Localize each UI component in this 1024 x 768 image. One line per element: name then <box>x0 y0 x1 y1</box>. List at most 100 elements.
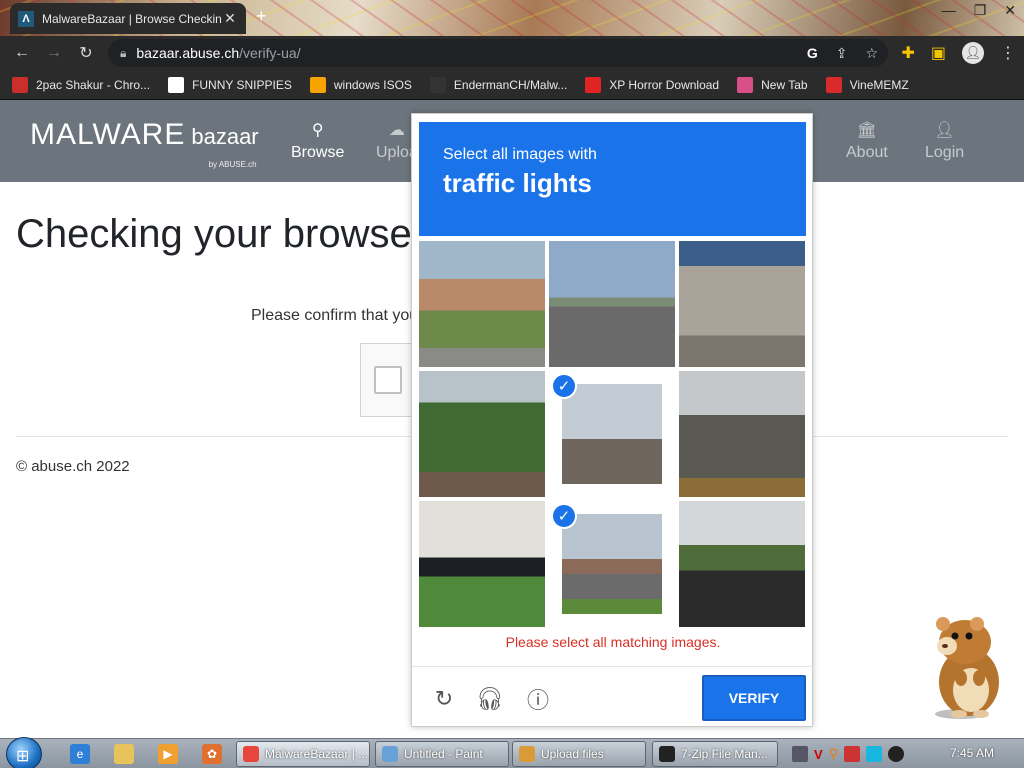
bookmark-x-icon <box>585 76 602 93</box>
captcha-tile-highway-overpass[interactable] <box>549 241 675 367</box>
checkmark-icon: ✓ <box>551 503 577 529</box>
nav-about-label: About <box>846 144 888 161</box>
bookmark-item[interactable]: FUNNY SNIPPIES <box>168 76 292 93</box>
app-quicklaunch-icon[interactable]: ✿ <box>202 744 222 764</box>
bookmark-yp-icon <box>429 76 446 93</box>
extensions-icon[interactable]: ✚ <box>901 43 914 63</box>
bookmark-label: EndermanCH/Malw... <box>453 77 568 92</box>
bookmark-label: FUNNY SNIPPIES <box>192 77 292 92</box>
share-icon[interactable]: ⇪ <box>836 45 848 62</box>
bookmark-label: VineMEMZ <box>849 77 909 92</box>
url-path: /verify-ua/ <box>239 45 301 61</box>
window-title-bar: Λ MalwareBazaar | Browse Checkin ✕ + — ❐… <box>0 0 1024 36</box>
folder-icon[interactable] <box>114 744 134 764</box>
close-tab-icon[interactable]: ✕ <box>222 10 238 27</box>
building-icon: 🏛︎ <box>856 122 878 139</box>
media-player-icon[interactable]: ▶ <box>158 744 178 764</box>
nav-about[interactable]: 🏛︎ About <box>846 120 888 162</box>
address-bar[interactable]: 🔒︎ bazaar.abuse.ch/verify-ua/ G ⇪ ☆ <box>108 39 888 67</box>
verify-button[interactable]: VERIFY <box>702 675 806 721</box>
tray-monitor-icon[interactable] <box>866 746 883 762</box>
captcha-tile-trees-house[interactable] <box>419 371 545 497</box>
taskbar-window-button[interactable]: Untitled - Paint <box>375 741 509 767</box>
reload-icon[interactable]: ↻ <box>70 37 102 69</box>
internet-explorer-icon[interactable]: e <box>70 744 90 764</box>
bookmarks-bar: 2pac Shakur - Chro... FUNNY SNIPPIES windo… <box>0 70 1024 100</box>
7zip-icon <box>659 746 675 762</box>
bookmark-globe-icon <box>737 76 754 93</box>
captcha-tile-fence-motorcycles[interactable] <box>679 501 805 627</box>
recaptcha-checkbox[interactable] <box>374 366 402 394</box>
bookmark-item[interactable]: EndermanCH/Malw... <box>429 76 568 93</box>
restore-icon[interactable]: ❐ <box>974 2 987 19</box>
bookmark-star-icon[interactable]: ☆ <box>865 45 878 62</box>
bookmark-label: 2pac Shakur - Chro... <box>36 77 151 92</box>
google-icon[interactable]: G <box>807 45 818 62</box>
windows-taskbar: ⊞ e ▶ ✿ MalwareBazaar | ... Untitled - Pa… <box>0 737 1024 768</box>
captcha-tile-overpass-pillars[interactable] <box>679 241 805 367</box>
bookmark-item[interactable]: 2pac Shakur - Chro... <box>12 76 151 93</box>
audio-challenge-icon[interactable]: 🎧︎ <box>476 685 504 713</box>
captcha-challenge: Select all images with traffic lights ✓ ✓… <box>411 113 814 728</box>
malwarebazaar-logo[interactable]: MALWARE bazaar by ABUSE.ch <box>30 118 259 169</box>
close-window-icon[interactable]: ✕ <box>1004 2 1016 19</box>
bookmark-item[interactable]: New Tab <box>737 76 808 93</box>
taskbar-window-button[interactable]: Upload files <box>512 741 646 767</box>
minimize-icon[interactable]: — <box>942 2 956 19</box>
bookmark-ph-icon <box>309 76 326 93</box>
captcha-tile-traffic-light-road[interactable]: ✓ <box>549 501 675 627</box>
forward-arrow-icon[interactable]: → <box>38 37 70 69</box>
captcha-footer: ↻ 🎧︎ ⓘ VERIFY <box>412 666 814 728</box>
taskbar-window-label: Upload files <box>541 747 604 761</box>
captcha-error-message: Please select all matching images. <box>505 634 721 650</box>
url-host: bazaar.abuse.ch <box>136 45 240 61</box>
hamster-mascot-image <box>935 617 999 719</box>
search-icon: ⚲ <box>311 122 324 139</box>
info-icon[interactable]: ⓘ <box>524 685 552 713</box>
bookmark-item[interactable]: XP Horror Download <box>585 76 719 93</box>
bookmark-tupac-icon <box>12 76 28 93</box>
browser-tab[interactable]: Λ MalwareBazaar | Browse Checkin ✕ <box>10 3 246 34</box>
captcha-image-grid: ✓ ✓ <box>419 241 806 629</box>
taskbar-window-button[interactable]: 7-Zip File Man... <box>652 741 778 767</box>
captcha-tile-traffic-light-intersection[interactable]: ✓ <box>549 371 675 497</box>
tray-flag-icon[interactable] <box>844 746 861 762</box>
taskbar-window-label: 7-Zip File Man... <box>681 747 768 761</box>
tile-image <box>562 384 662 484</box>
tray-v-icon[interactable]: V <box>814 747 823 762</box>
tile-image <box>679 371 805 497</box>
tray-app-icon[interactable] <box>792 746 808 762</box>
new-tab-icon[interactable]: + <box>256 6 267 27</box>
reload-challenge-icon[interactable]: ↻ <box>430 685 458 713</box>
windows-logo-icon: ⊞ <box>16 748 30 765</box>
bookmark-label: New Tab <box>761 77 808 92</box>
tile-image <box>419 371 545 497</box>
bookmark-item[interactable]: windows ISOS <box>309 76 412 93</box>
tray-search-icon[interactable]: ⚲ <box>829 746 839 762</box>
tile-image <box>549 241 675 367</box>
user-icon: 👤︎ <box>934 122 955 139</box>
bookmark-h-icon <box>168 76 185 93</box>
menu-kebab-icon[interactable]: ⋮ <box>1000 43 1016 63</box>
bookmark-item[interactable]: VineMEMZ <box>825 76 909 93</box>
paint-icon <box>382 746 398 762</box>
confirm-text: Please confirm that you <box>251 307 419 324</box>
nav-browse[interactable]: ⚲ Browse <box>291 120 344 162</box>
captcha-target: traffic lights <box>443 168 592 198</box>
taskbar-window-label: MalwareBazaar | ... <box>265 747 369 761</box>
side-panel-icon[interactable]: ▣ <box>931 43 946 63</box>
captcha-tile-parked-car-driveway[interactable] <box>419 501 545 627</box>
start-button[interactable]: ⊞ <box>6 737 42 768</box>
taskbar-clock[interactable]: 7:45 AM <box>950 746 994 760</box>
taskbar-window-label: Untitled - Paint <box>404 747 483 761</box>
nav-browse-label: Browse <box>291 144 345 161</box>
nav-login[interactable]: 👤︎ Login <box>925 120 964 162</box>
captcha-tile-street-houses[interactable] <box>419 241 545 367</box>
profile-avatar[interactable]: 👤︎ <box>962 42 984 64</box>
tray-speaker-icon[interactable] <box>888 746 905 762</box>
navigation-bar: ← → ↻ 🔒︎ bazaar.abuse.ch/verify-ua/ G ⇪ … <box>0 36 1024 70</box>
taskbar-window-button[interactable]: MalwareBazaar | ... <box>236 741 370 767</box>
captcha-tile-traffic-light-hillside[interactable] <box>679 371 805 497</box>
nav-login-label: Login <box>925 144 965 161</box>
back-arrow-icon[interactable]: ← <box>6 37 38 69</box>
